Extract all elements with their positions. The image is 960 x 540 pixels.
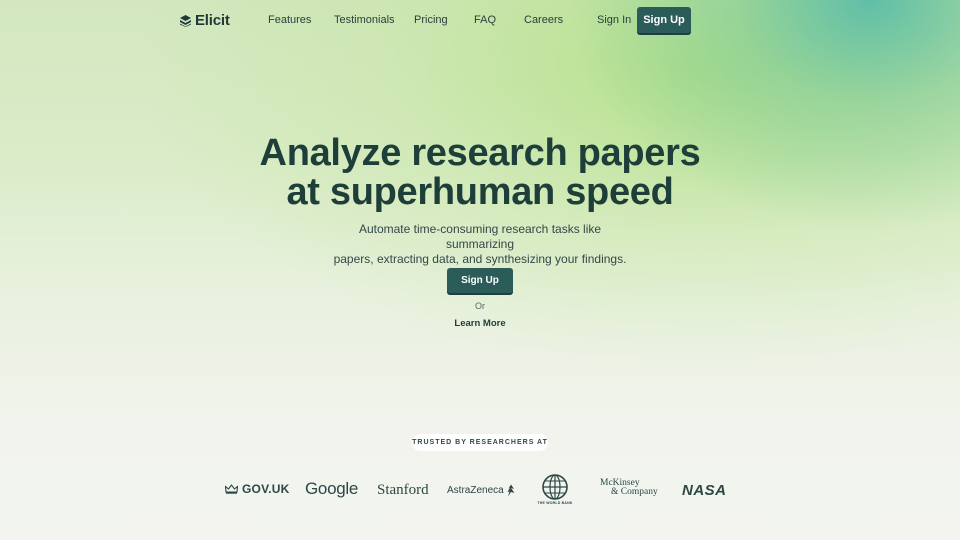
elicit-logo-icon [180,14,191,27]
logo-astrazeneca: AstraZeneca [447,484,516,497]
sign-in-link[interactable]: Sign In [597,14,631,26]
hero-subtitle-line-1: Automate time-consuming research tasks l… [358,222,602,251]
hero-sign-up-button[interactable]: Sign Up [447,268,513,293]
astrazeneca-symbol-icon [507,484,515,497]
logo-stanford: Stanford [377,482,429,498]
hero-subtitle: Automate time-consuming research tasks l… [330,222,630,267]
nasa-worm-logo: NASA [682,482,727,497]
nav-link-pricing[interactable]: Pricing [414,14,448,26]
gov-uk-text: GOV.UK [242,482,290,496]
world-bank-text: THE WORLD BANK [537,501,573,505]
mckinsey-line-2: & Company [611,487,658,497]
logo-nasa: NASA [682,482,728,497]
nav-link-testimonials[interactable]: Testimonials [334,14,395,26]
astrazeneca-text: AstraZeneca [447,485,504,496]
logo-world-bank: THE WORLD BANK [533,474,577,505]
learn-more-link[interactable]: Learn More [430,318,530,329]
logo-mckinsey: McKinsey & Company [600,478,658,497]
logo-gov-uk: GOV.UK [225,482,289,496]
logo-google: Google [305,479,359,498]
crown-icon [225,484,238,494]
or-separator: Or [475,301,485,311]
hero-title: Analyze research papers at superhuman sp… [0,134,960,212]
hero-title-line-2: at superhuman speed [286,171,674,213]
globe-icon [542,474,568,500]
hero-subtitle-line-2: papers, extracting data, and synthesizin… [333,252,627,266]
top-nav: Elicit Features Testimonials Pricing FAQ… [0,0,960,40]
trusted-by-badge: TRUSTED BY RESEARCHERS AT [412,434,548,451]
brand-name: Elicit [195,12,230,29]
nav-link-faq[interactable]: FAQ [474,14,496,26]
brand-logo[interactable]: Elicit [180,12,230,29]
nav-link-features[interactable]: Features [268,14,311,26]
nav-sign-up-button[interactable]: Sign Up [637,7,691,33]
nav-link-careers[interactable]: Careers [524,14,563,26]
hero-title-line-1: Analyze research papers [259,132,701,174]
svg-text:NASA: NASA [682,482,727,497]
